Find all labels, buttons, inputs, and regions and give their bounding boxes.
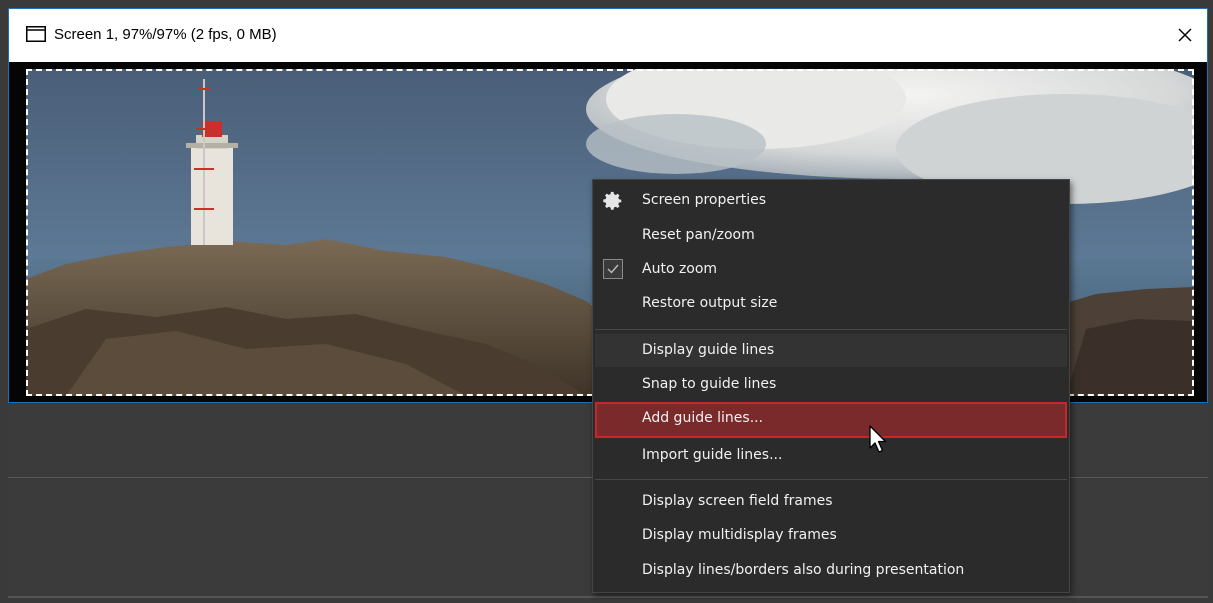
menu-item-label: Display lines/borders also during presen… xyxy=(642,562,965,578)
menu-item-label: Display screen field frames xyxy=(642,493,833,509)
menu-item-display-lines-borders-during-presentation[interactable]: Display lines/borders also during presen… xyxy=(595,554,1067,587)
menu-item-label: Display guide lines xyxy=(642,342,775,358)
menu-item-restore-output-size[interactable]: Restore output size xyxy=(595,287,1067,320)
menu-item-label: Import guide lines... xyxy=(642,447,783,463)
menu-item-label: Screen properties xyxy=(642,192,767,208)
menu-item-label: Add guide lines... xyxy=(642,410,764,426)
checkmark-icon xyxy=(607,264,619,274)
menu-item-snap-to-guide-lines[interactable]: Snap to guide lines xyxy=(595,368,1067,401)
menu-item-display-screen-field-frames[interactable]: Display screen field frames xyxy=(595,485,1067,518)
context-menu: Screen properties Reset pan/zoom Auto zo… xyxy=(592,179,1070,593)
mouse-pointer-icon xyxy=(869,425,887,453)
menu-item-auto-zoom[interactable]: Auto zoom xyxy=(595,253,1067,286)
menu-item-label: Restore output size xyxy=(642,295,778,311)
gear-icon xyxy=(603,191,622,210)
menu-item-label: Display multidisplay frames xyxy=(642,527,837,543)
window-title: Screen 1, 97%/97% (2 fps, 0 MB) xyxy=(54,26,277,43)
menu-item-label: Auto zoom xyxy=(642,261,718,277)
close-icon xyxy=(1178,28,1192,42)
window-icon xyxy=(26,26,46,42)
menu-item-label: Snap to guide lines xyxy=(642,376,777,392)
menu-separator xyxy=(595,479,1067,480)
menu-item-reset-pan-zoom[interactable]: Reset pan/zoom xyxy=(595,219,1067,252)
menu-item-screen-properties[interactable]: Screen properties xyxy=(595,184,1067,217)
title-bar[interactable]: Screen 1, 97%/97% (2 fps, 0 MB) xyxy=(9,9,1207,62)
menu-separator xyxy=(595,329,1067,330)
menu-item-display-multidisplay-frames[interactable]: Display multidisplay frames xyxy=(595,519,1067,552)
close-button[interactable] xyxy=(1169,20,1201,50)
menu-item-label: Reset pan/zoom xyxy=(642,227,755,243)
checkbox-checked xyxy=(603,259,623,279)
menu-item-display-guide-lines[interactable]: Display guide lines xyxy=(595,334,1067,367)
menu-item-import-guide-lines[interactable]: Import guide lines... xyxy=(595,439,1067,472)
panel-divider-bottom xyxy=(8,596,1208,598)
menu-item-add-guide-lines[interactable]: Add guide lines... xyxy=(595,402,1067,438)
